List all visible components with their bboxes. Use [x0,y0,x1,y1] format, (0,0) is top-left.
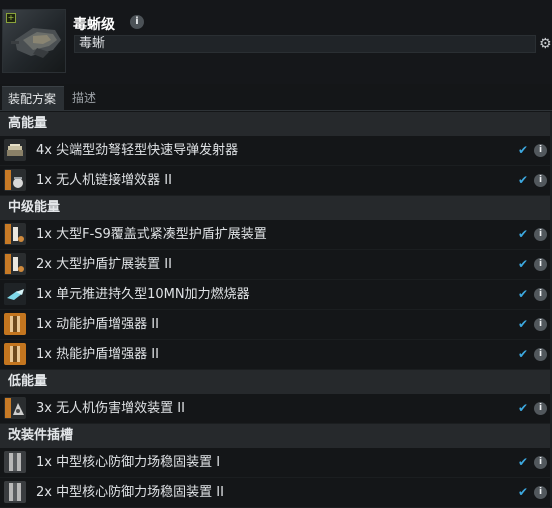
module-row[interactable]: 1x 单元推进持久型10MN加力燃烧器 ✔ i [0,280,552,310]
module-row[interactable]: 2x 中型核心防御力场稳固装置 II ✔ i [0,478,552,508]
info-icon[interactable]: i [534,288,547,301]
gear-icon[interactable]: ⚙ [539,36,552,52]
check-icon: ✔ [518,347,529,361]
check-icon: ✔ [518,287,529,301]
rig-icon [4,481,26,503]
section-header: 改装件插槽 [0,424,552,448]
module-label: 1x 单元推进持久型10MN加力燃烧器 [36,287,250,302]
info-icon[interactable]: i [534,348,547,361]
info-icon[interactable]: i [534,402,547,415]
shield-amplifier-icon [4,343,26,365]
launcher-icon [4,139,26,161]
fitting-header: + 毒蜥级 i 毒蜥 ⚙ [0,0,552,84]
info-icon[interactable]: i [534,144,547,157]
info-icon[interactable]: i [534,228,547,241]
module-label: 1x 热能护盾增强器 II [36,347,159,362]
rig-icon [4,451,26,473]
info-icon[interactable]: i [534,258,547,271]
section-header: 高能量 [0,112,552,136]
section-header: 中级能量 [0,196,552,220]
shield-amplifier-icon [4,313,26,335]
check-icon: ✔ [518,317,529,331]
check-icon: ✔ [518,485,529,499]
module-list: 高能量 4x 尖端型劲弩轻型快速导弹发射器 ✔ i 1x 无人机链接增效器 II ✔ i 中级… [0,112,552,508]
check-icon: ✔ [518,401,529,415]
drone-damage-icon [4,397,26,419]
info-icon[interactable]: i [534,456,547,469]
module-row[interactable]: 4x 尖端型劲弩轻型快速导弹发射器 ✔ i [0,136,552,166]
check-icon: ✔ [518,143,529,157]
ship-thumbnail[interactable]: + [2,9,66,73]
ship-add-icon[interactable]: + [6,13,16,23]
module-label: 2x 大型护盾扩展装置 II [36,257,172,272]
module-label: 3x 无人机伤害增效装置 II [36,401,185,416]
module-label: 1x 大型F-S9覆盖式紧凑型护盾扩展装置 [36,227,267,242]
module-row[interactable]: 1x 中型核心防御力场稳固装置 I ✔ i [0,448,552,478]
check-icon: ✔ [518,257,529,271]
module-row[interactable]: 1x 热能护盾增强器 II ✔ i [0,340,552,370]
info-icon[interactable]: i [534,174,547,187]
tab-description[interactable]: 描述 [66,86,106,110]
shield-extender-icon [4,223,26,245]
shield-extender-icon [4,253,26,275]
module-row[interactable]: 1x 无人机链接增效器 II ✔ i [0,166,552,196]
fitting-name-field[interactable]: 毒蜥 [74,35,536,53]
tab-fitting[interactable]: 装配方案 [2,86,64,110]
info-icon[interactable]: i [534,486,547,499]
module-row[interactable]: 1x 动能护盾增强器 II ✔ i [0,310,552,340]
module-label: 4x 尖端型劲弩轻型快速导弹发射器 [36,143,239,158]
ship-info-icon[interactable]: i [130,15,144,29]
check-icon: ✔ [518,173,529,187]
check-icon: ✔ [518,455,529,469]
afterburner-icon [4,283,26,305]
module-label: 1x 中型核心防御力场稳固装置 I [36,455,221,470]
drone-link-icon [4,169,26,191]
module-row[interactable]: 3x 无人机伤害增效装置 II ✔ i [0,394,552,424]
info-icon[interactable]: i [534,318,547,331]
tab-divider [0,110,552,111]
module-label: 1x 无人机链接增效器 II [36,173,172,188]
module-label: 2x 中型核心防御力场稳固装置 II [36,485,224,500]
tab-bar: 装配方案 描述 [0,86,552,110]
section-header: 低能量 [0,370,552,394]
module-row[interactable]: 2x 大型护盾扩展装置 II ✔ i [0,250,552,280]
ship-type-title: 毒蜥级 [73,17,115,33]
module-row[interactable]: 1x 大型F-S9覆盖式紧凑型护盾扩展装置 ✔ i [0,220,552,250]
module-label: 1x 动能护盾增强器 II [36,317,159,332]
check-icon: ✔ [518,227,529,241]
